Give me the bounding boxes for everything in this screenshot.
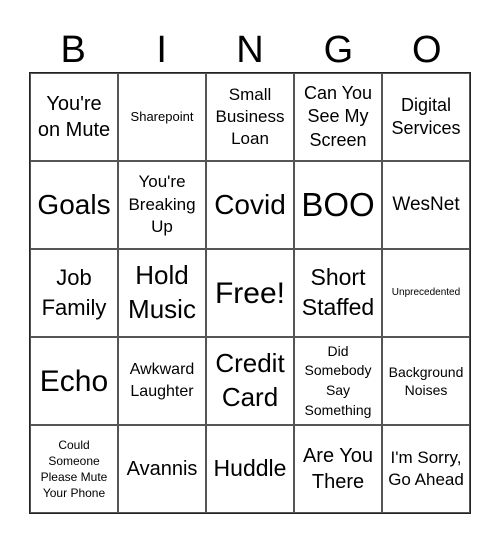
bingo-cell[interactable]: Unprecedented xyxy=(382,249,470,337)
bingo-cell-text: Background Noises xyxy=(388,363,464,398)
bingo-cell-text: WesNet xyxy=(392,193,460,215)
bingo-cell[interactable]: Background Noises xyxy=(382,337,470,425)
bingo-cell[interactable]: Avannis xyxy=(118,425,206,513)
bingo-cell[interactable]: Could Someone Please Mute Your Phone xyxy=(30,425,118,513)
bingo-cell[interactable]: Credit Card xyxy=(206,337,294,425)
bingo-cell-text: Huddle xyxy=(213,455,287,482)
bingo-cell[interactable]: Sharepoint xyxy=(118,73,206,161)
bingo-cell-text: You're on Mute xyxy=(37,93,111,141)
bingo-cell[interactable]: I'm Sorry, Go Ahead xyxy=(382,425,470,513)
bingo-cell-text: Credit Card xyxy=(215,348,285,412)
bingo-cell-text: Hold Music xyxy=(128,260,196,324)
bingo-cell[interactable]: Can You See My Screen xyxy=(294,73,382,161)
bingo-cell-text: Covid xyxy=(214,188,286,220)
bingo-cell-text: Awkward Laughter xyxy=(129,361,195,400)
bingo-cell-text: Job Family xyxy=(41,265,107,320)
bingo-cell-text: Goals xyxy=(37,188,111,220)
bingo-cell[interactable]: Digital Services xyxy=(382,73,470,161)
bingo-cell[interactable]: Echo xyxy=(30,337,118,425)
bingo-cell[interactable]: BOO xyxy=(294,161,382,249)
bingo-cell-text: Could Someone Please Mute Your Phone xyxy=(40,437,108,501)
bingo-cell[interactable]: Small Business Loan xyxy=(206,73,294,161)
bingo-cell-text: Echo xyxy=(39,364,109,398)
bingo-cell-text: Can You See My Screen xyxy=(303,82,373,150)
bingo-header: B I N G O xyxy=(29,28,471,72)
bingo-cell[interactable]: Free! xyxy=(206,249,294,337)
bingo-cell-text: Sharepoint xyxy=(130,109,194,125)
bingo-cell-text: Free! xyxy=(214,276,286,310)
bingo-cell-text: BOO xyxy=(301,185,375,223)
bingo-cell-text: Did Somebody Say Something xyxy=(304,342,372,418)
bingo-cell[interactable]: You're on Mute xyxy=(30,73,118,161)
bingo-cell[interactable]: Job Family xyxy=(30,249,118,337)
bingo-cell[interactable]: You're Breaking Up xyxy=(118,161,206,249)
bingo-cell[interactable]: Short Staffed xyxy=(294,249,382,337)
bingo-cell-text: I'm Sorry, Go Ahead xyxy=(388,447,464,489)
bingo-cell-text: Digital Services xyxy=(391,94,461,138)
bingo-cell-text: Avannis xyxy=(126,458,198,480)
header-letter-g: G xyxy=(323,29,354,71)
bingo-cell-text: You're Breaking Up xyxy=(128,171,196,237)
bingo-cell-text: Small Business Loan xyxy=(215,84,285,149)
bingo-card-grid: You're on Mute Sharepoint Small Business L… xyxy=(29,72,471,514)
bingo-cell[interactable]: Awkward Laughter xyxy=(118,337,206,425)
header-letter-o: O xyxy=(412,29,442,71)
bingo-cell[interactable]: Covid xyxy=(206,161,294,249)
bingo-cell-text: Are You There xyxy=(302,445,374,493)
bingo-cell[interactable]: WesNet xyxy=(382,161,470,249)
bingo-cell[interactable]: Hold Music xyxy=(118,249,206,337)
header-letter-i: I xyxy=(156,29,167,71)
bingo-cell[interactable]: Are You There xyxy=(294,425,382,513)
bingo-cell-text: Unprecedented xyxy=(391,287,461,298)
bingo-cell[interactable]: Huddle xyxy=(206,425,294,513)
header-letter-n: N xyxy=(236,29,264,71)
header-letter-b: B xyxy=(60,29,86,71)
bingo-cell[interactable]: Did Somebody Say Something xyxy=(294,337,382,425)
bingo-cell-text: Short Staffed xyxy=(301,264,375,320)
bingo-cell[interactable]: Goals xyxy=(30,161,118,249)
